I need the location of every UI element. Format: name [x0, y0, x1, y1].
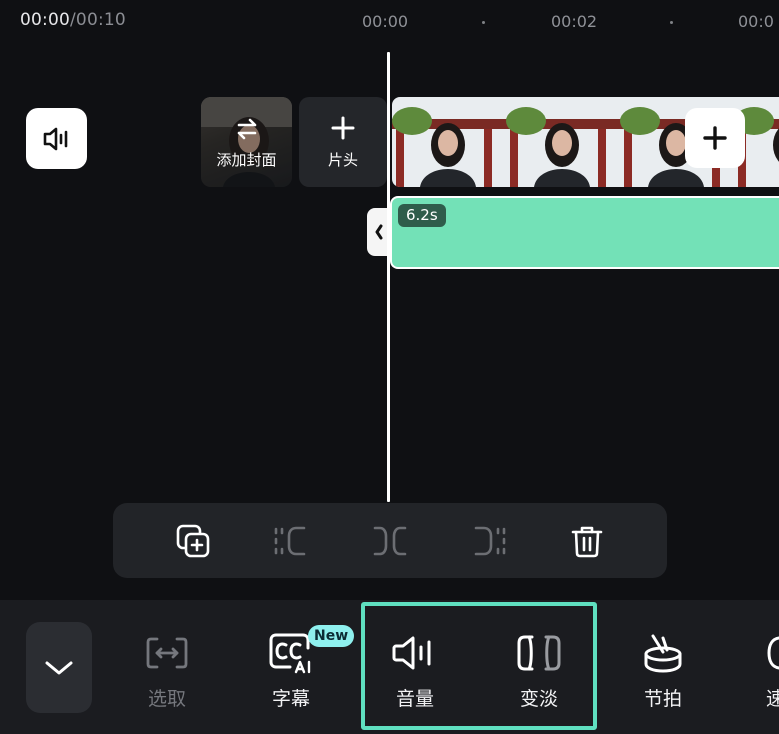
total-time: /00:10 — [70, 10, 126, 30]
ruler-dot — [670, 21, 673, 24]
delete-button[interactable] — [567, 521, 607, 561]
select-range-icon — [146, 637, 188, 669]
add-cover-button[interactable]: 添加封面 — [201, 97, 292, 187]
new-badge: New — [308, 625, 355, 647]
plus-icon — [703, 126, 727, 150]
clip-duration-badge: 6.2s — [398, 204, 446, 227]
trim-end-button[interactable] — [470, 521, 510, 561]
cc-ai-icon — [269, 633, 311, 674]
trim-start-icon — [274, 526, 306, 556]
video-frame — [506, 97, 620, 187]
ruler-dot — [482, 21, 485, 24]
split-button[interactable] — [370, 521, 410, 561]
beat-label: 节拍 — [643, 688, 682, 710]
add-media-button[interactable] — [685, 108, 745, 168]
current-time: 00:00 — [20, 10, 70, 30]
speaker-icon — [43, 127, 67, 150]
audio-clip[interactable] — [390, 196, 779, 269]
chevron-down-icon — [45, 661, 73, 674]
add-intro-label: 片头 — [327, 151, 358, 169]
trim-end-icon — [474, 526, 506, 556]
speed-icon — [767, 636, 779, 670]
playhead[interactable] — [387, 52, 390, 502]
add-cover-label: 添加封面 — [216, 151, 277, 169]
video-frame — [392, 97, 506, 187]
add-intro-button[interactable]: 片头 — [299, 97, 387, 187]
duplicate-button[interactable] — [173, 521, 213, 561]
trim-start-button[interactable] — [270, 521, 310, 561]
select-tool[interactable]: 选取 — [127, 628, 207, 711]
speed-tool[interactable]: 速 — [748, 628, 779, 711]
drum-icon — [644, 634, 682, 673]
ruler-tick-0: 00:00 — [362, 12, 409, 31]
collapse-button[interactable] — [26, 622, 92, 713]
subtitles-label: 字幕 — [271, 688, 310, 710]
chevron-left-icon — [375, 224, 383, 240]
speed-label: 速 — [766, 688, 779, 710]
swap-icon — [237, 118, 257, 140]
trash-icon — [571, 526, 603, 558]
clip-toolbar — [113, 503, 667, 578]
duplicate-icon — [176, 524, 210, 558]
ruler-tick-1: 00:02 — [551, 12, 598, 31]
selection-highlight — [361, 602, 597, 730]
mute-button[interactable] — [26, 108, 87, 169]
playback-time: 00:00/00:10 — [20, 10, 126, 30]
beat-tool[interactable]: 节拍 — [623, 628, 703, 711]
select-label: 选取 — [147, 688, 186, 710]
plus-icon — [331, 116, 355, 140]
ruler-tick-2: 00:0 — [738, 12, 774, 31]
split-icon — [373, 526, 407, 556]
